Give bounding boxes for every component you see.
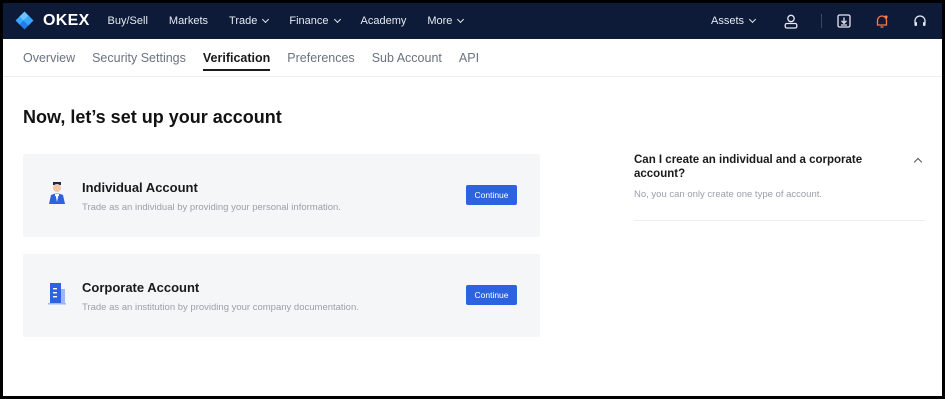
card-description: Trade as an institution by providing you… [82,302,359,313]
logo-mark-icon [15,11,39,30]
chevron-up-icon[interactable] [913,157,923,167]
brand-name: OKEX [43,12,90,29]
nav-item-label: More [427,15,453,27]
headset-icon[interactable] [912,13,928,29]
chevron-down-icon [262,15,270,24]
tab-api[interactable]: API [459,39,479,77]
nav-item-label: Finance [289,15,329,27]
tab-sub-account[interactable]: Sub Account [372,39,442,77]
person-icon [47,180,67,206]
download-icon[interactable] [836,13,852,29]
nav-item-trade[interactable]: Trade [229,15,270,27]
page-title: Now, let’s set up your account [23,107,282,127]
faq-item[interactable]: Can I create an individual and a corpora… [634,153,925,221]
bell-icon[interactable] [874,13,890,29]
assets-label: Assets [710,15,744,27]
app-window: OKEX Buy/Sell Markets Trade Finance Acad… [3,3,942,396]
top-navigation-bar: OKEX Buy/Sell Markets Trade Finance Acad… [3,3,942,39]
nav-item-academy[interactable]: Academy [361,15,407,27]
nav-item-finance[interactable]: Finance [289,15,341,27]
assets-menu[interactable]: Assets [710,15,757,27]
individual-continue-button[interactable]: Continue [466,185,517,205]
corporate-continue-button[interactable]: Continue [466,285,517,305]
nav-item-more[interactable]: More [427,15,465,27]
card-description: Trade as an individual by providing your… [82,202,341,213]
chevron-down-icon [333,15,341,24]
tab-verification[interactable]: Verification [202,39,271,77]
nav-item-label: Markets [168,15,209,27]
card-title: Corporate Account [82,280,200,295]
okex-logo[interactable]: OKEX [15,11,90,30]
tab-preferences[interactable]: Preferences [287,39,354,77]
building-icon [47,280,67,306]
nav-item-label: Trade [229,15,258,27]
nav-item-label: Buy/Sell [107,15,148,27]
nav-item-label: Academy [360,15,407,27]
chevron-down-icon [748,15,757,24]
corporate-account-card[interactable]: Corporate Account Trade as an institutio… [23,254,540,337]
nav-item-markets[interactable]: Markets [169,15,208,27]
tab-overview[interactable]: Overview [23,39,75,77]
nav-item-buy-sell[interactable]: Buy/Sell [108,15,148,27]
card-title: Individual Account [82,180,198,195]
faq-answer: No, you can only create one type of acco… [634,189,823,200]
user-icon[interactable] [783,13,799,29]
nav-right-group: Assets [711,3,942,39]
individual-account-card[interactable]: Individual Account Trade as an individua… [23,154,540,237]
tab-security-settings[interactable]: Security Settings [92,39,186,77]
faq-question[interactable]: Can I create an individual and a corpora… [634,153,884,181]
nav-divider [821,14,822,28]
account-tabs: Overview Security Settings Verification … [3,39,942,77]
chevron-down-icon [457,15,465,24]
